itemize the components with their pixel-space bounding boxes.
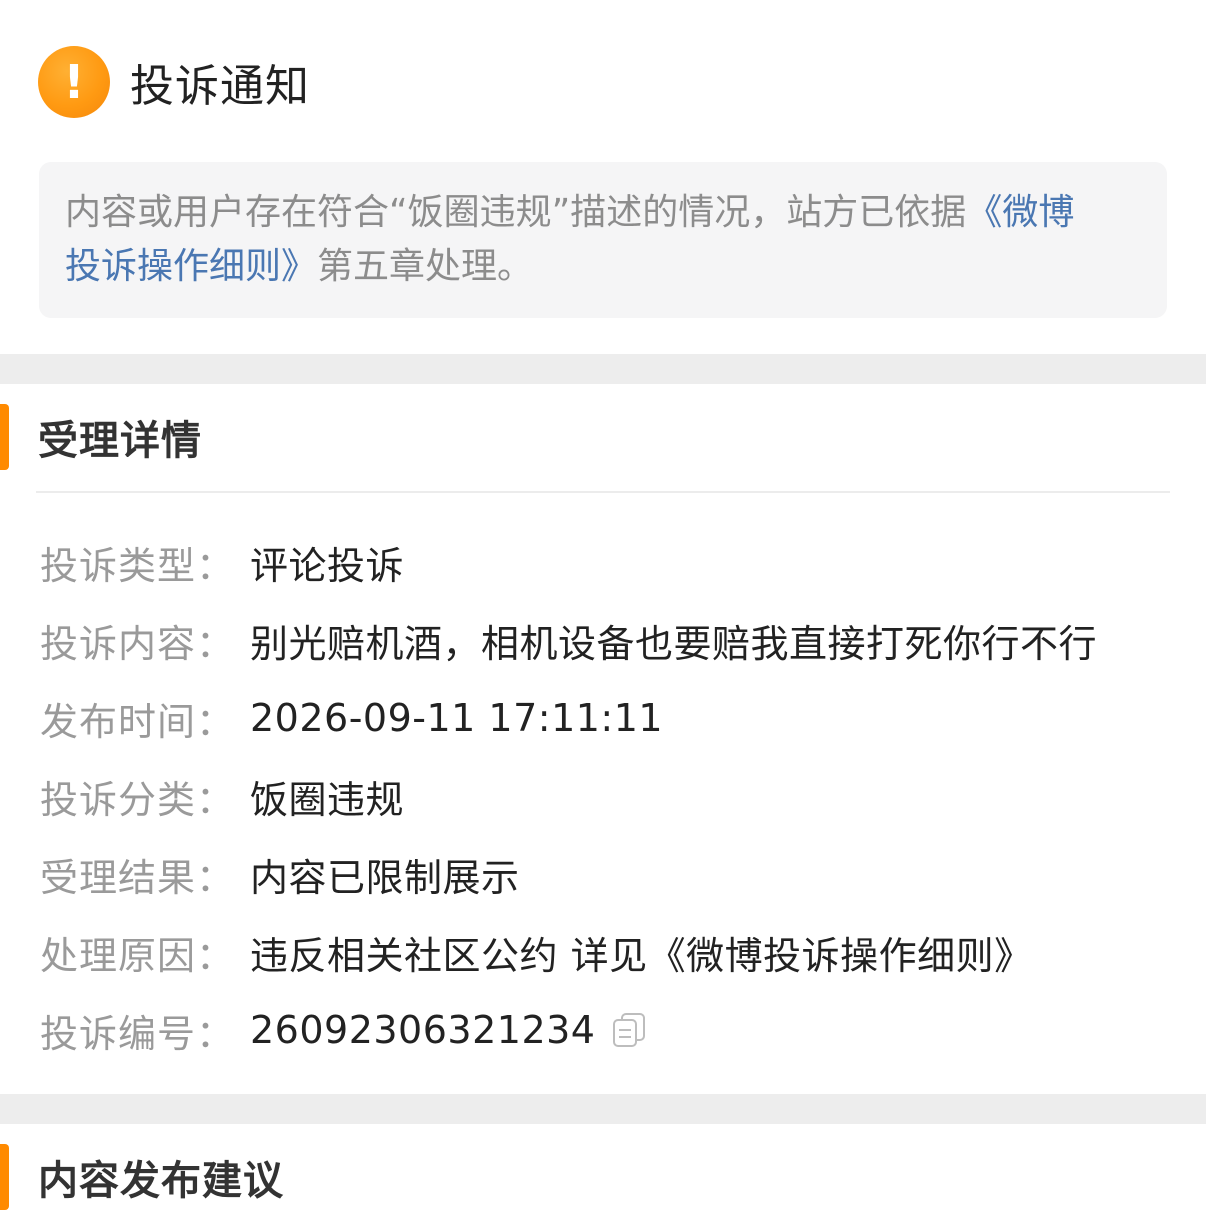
detail-label: 受理结果： bbox=[40, 855, 236, 900]
detail-row-category: 投诉分类： 饭圈违规 bbox=[40, 766, 404, 826]
detail-label: 投诉内容： bbox=[40, 621, 236, 666]
detail-value: 违反相关社区公约 详见 bbox=[250, 933, 648, 978]
notice-message-suffix: 第五章处理。 bbox=[317, 246, 534, 287]
complaint-id-value: 26092306321234 bbox=[250, 1008, 596, 1052]
detail-row-publish-time: 发布时间： 2026-09-11 17:11:11 bbox=[40, 688, 663, 748]
detail-label: 投诉编号： bbox=[40, 1011, 236, 1056]
detail-value: 别光赔机酒，相机设备也要赔我直接打死你行不行 bbox=[250, 621, 1098, 666]
section-gap bbox=[0, 1094, 1206, 1124]
detail-label: 投诉分类： bbox=[40, 777, 236, 822]
details-section-header: 受理详情 bbox=[0, 384, 1206, 494]
section-accent-bar bbox=[0, 404, 9, 470]
detail-value: 内容已限制展示 bbox=[250, 855, 520, 900]
copy-icon-front bbox=[613, 1019, 638, 1047]
detail-label: 发布时间： bbox=[40, 699, 236, 744]
complaint-notice: ! 投诉通知 内容或用户存在符合“饭圈违规”描述的情况，站方已依据《微博投诉操作… bbox=[0, 0, 1206, 354]
suggestion-section-header: 内容发布建议 bbox=[0, 1124, 1206, 1217]
section-accent-bar bbox=[0, 1144, 9, 1210]
detail-row-content: 投诉内容： 别光赔机酒，相机设备也要赔我直接打死你行不行 bbox=[40, 610, 1097, 670]
notice-header: ! 投诉通知 bbox=[38, 45, 310, 119]
rules-link[interactable]: 《微博投诉操作细则》 bbox=[648, 925, 1033, 980]
detail-label: 处理原因： bbox=[40, 933, 236, 978]
section-title: 受理详情 bbox=[38, 418, 202, 464]
notice-title: 投诉通知 bbox=[130, 61, 310, 112]
copy-icon[interactable] bbox=[613, 1013, 647, 1047]
detail-row-complaint-id: 投诉编号： 26092306321234 bbox=[40, 1000, 647, 1060]
exclamation-icon: ! bbox=[38, 46, 110, 118]
detail-value: 饭圈违规 bbox=[250, 777, 405, 822]
section-gap bbox=[0, 354, 1206, 384]
notice-message-text: 内容或用户存在符合“饭圈违规”描述的情况，站方已依据 bbox=[65, 192, 967, 233]
section-divider bbox=[36, 491, 1170, 493]
detail-row-result: 受理结果： 内容已限制展示 bbox=[40, 844, 520, 904]
detail-label: 投诉类型： bbox=[40, 543, 236, 588]
detail-value: 评论投诉 bbox=[250, 543, 405, 588]
detail-row-type: 投诉类型： 评论投诉 bbox=[40, 532, 404, 592]
detail-row-reason: 处理原因： 违反相关社区公约 详见 《微博投诉操作细则》 bbox=[40, 922, 1033, 982]
section-title: 内容发布建议 bbox=[38, 1158, 284, 1204]
detail-value: 2026-09-11 17:11:11 bbox=[250, 696, 664, 740]
notice-message: 内容或用户存在符合“饭圈违规”描述的情况，站方已依据《微博投诉操作细则》第五章处… bbox=[39, 162, 1167, 318]
